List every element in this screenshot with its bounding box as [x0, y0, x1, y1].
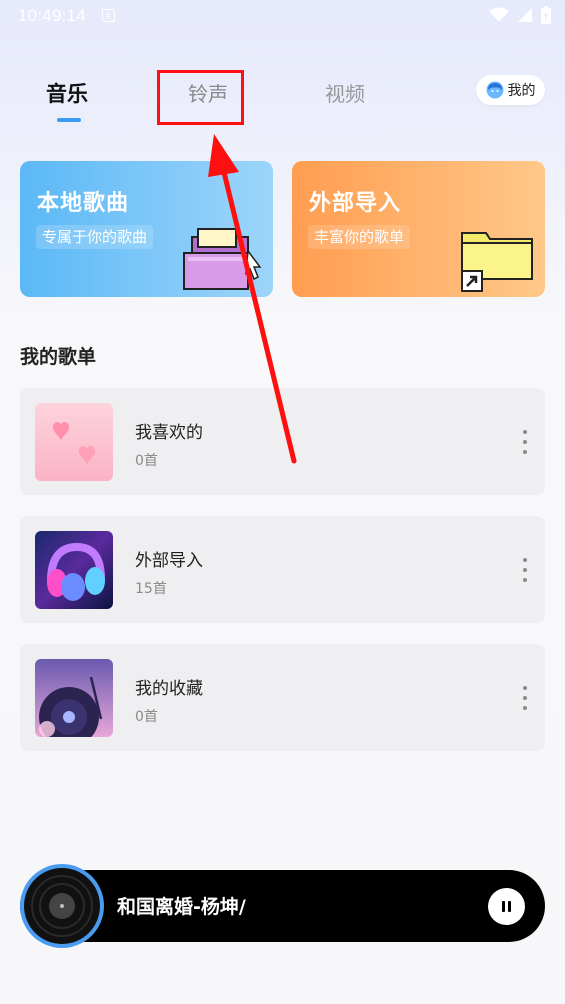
avatar-icon	[486, 81, 504, 99]
external-import-title: 外部导入	[309, 191, 402, 216]
active-tab-indicator	[57, 118, 81, 122]
playlist-count: 0首	[135, 709, 158, 725]
playlist-item-favorites[interactable]: 我喜欢的 0首	[20, 388, 545, 495]
local-songs-title: 本地歌曲	[37, 191, 130, 216]
annotation-arrow	[208, 134, 297, 464]
playlist-count: 0首	[135, 453, 158, 469]
external-import-subtitle: 丰富你的歌单	[308, 225, 411, 249]
my-playlists-heading: 我的歌单	[20, 346, 97, 368]
hearts-cover	[35, 403, 113, 481]
more-options-icon[interactable]	[521, 558, 529, 582]
headphones-cover	[35, 531, 113, 609]
playlist-name: 我的收藏	[135, 679, 203, 699]
status-bar: 10:49:14 A	[0, 0, 565, 32]
vinyl-disc-icon[interactable]	[20, 864, 104, 948]
tab-music[interactable]: 音乐	[46, 78, 88, 108]
vinyl-cover	[35, 659, 113, 737]
tab-video[interactable]: 视频	[325, 78, 365, 107]
playlist-item-collection[interactable]: 我的收藏 0首	[20, 644, 545, 751]
signal-icon	[517, 7, 533, 23]
notification-icon: A	[102, 9, 115, 22]
folder-open-icon	[183, 228, 262, 290]
my-profile-button[interactable]: 我的	[476, 75, 545, 105]
my-profile-label: 我的	[507, 83, 536, 99]
playlist-item-external-import[interactable]: 外部导入 15首	[20, 516, 545, 623]
folder-shortcut-icon	[461, 232, 533, 292]
status-time: 10:49:14	[18, 6, 86, 25]
battery-icon	[541, 6, 551, 24]
playlist-name: 我喜欢的	[135, 423, 203, 443]
external-import-card[interactable]: 外部导入 丰富你的歌单	[292, 161, 545, 297]
local-songs-card[interactable]: 本地歌曲 专属于你的歌曲	[20, 161, 273, 297]
wifi-icon	[489, 7, 509, 23]
playlist-name: 外部导入	[135, 551, 203, 571]
local-songs-subtitle: 专属于你的歌曲	[36, 225, 154, 249]
now-playing-title: 和国离婚-杨坤/	[117, 896, 246, 918]
more-options-icon[interactable]	[521, 430, 529, 454]
playlist-count: 15首	[135, 581, 167, 597]
more-options-icon[interactable]	[521, 686, 529, 710]
pause-icon[interactable]	[488, 888, 525, 925]
ringtone-tab-highlight	[157, 70, 244, 125]
